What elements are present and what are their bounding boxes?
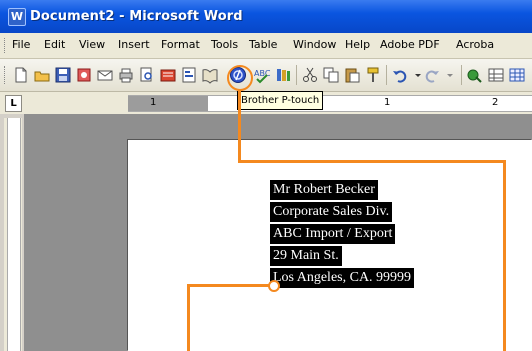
word-window: W Document2 - Microsoft Word File Edit V… — [0, 0, 532, 351]
address-anchor-ring — [268, 280, 280, 292]
copy-icon[interactable] — [322, 66, 340, 84]
menu-bar: File Edit View Insert Format Tools Table… — [0, 33, 532, 59]
menu-tools[interactable]: Tools — [211, 38, 238, 51]
menu-insert[interactable]: Insert — [118, 38, 150, 51]
new-icon[interactable] — [12, 66, 30, 84]
menu-file[interactable]: File — [12, 38, 30, 51]
paste-icon[interactable] — [343, 66, 361, 84]
email-icon[interactable] — [96, 66, 114, 84]
address-line-street[interactable]: 29 Main St. — [270, 246, 342, 266]
svg-text:ABC: ABC — [254, 69, 271, 78]
toolbar-separator — [296, 65, 297, 85]
format-painter-icon[interactable] — [364, 66, 382, 84]
menu-view[interactable]: View — [79, 38, 105, 51]
hyperlink-icon[interactable] — [466, 66, 484, 84]
document-map-icon[interactable] — [180, 66, 198, 84]
spelling-icon[interactable]: ABC — [253, 66, 271, 84]
word-app-icon[interactable]: W — [8, 8, 26, 26]
cut-icon[interactable] — [301, 66, 319, 84]
callout-line-address-down — [187, 284, 190, 351]
ruler-margin-area — [128, 96, 208, 111]
redo-dropdown-icon[interactable] — [441, 66, 459, 84]
research-icon[interactable] — [159, 66, 177, 84]
print-preview-icon[interactable] — [138, 66, 156, 84]
research-books-icon[interactable] — [274, 66, 292, 84]
insert-table-icon[interactable] — [508, 66, 526, 84]
menu-adobe-pdf[interactable]: Adobe PDF — [380, 38, 440, 51]
standard-toolbar: ABC — [0, 59, 532, 92]
menu-acrobat[interactable]: Acroba — [456, 38, 494, 51]
ptouch-tooltip: Brother P-touch — [237, 91, 324, 110]
toolbar-separator — [461, 65, 462, 85]
address-line-city[interactable]: Los Angeles, CA. 99999 — [270, 268, 415, 288]
undo-icon[interactable] — [391, 66, 409, 84]
toolbar-separator — [386, 65, 387, 85]
ruler-number: 1 — [384, 97, 391, 108]
reading-icon[interactable] — [201, 66, 219, 84]
callout-line-tooltip-down — [238, 89, 241, 163]
vertical-ruler[interactable] — [4, 118, 22, 351]
save-icon[interactable] — [54, 66, 72, 84]
redo-icon[interactable] — [423, 66, 441, 84]
menu-table[interactable]: Table — [249, 38, 277, 51]
address-line-company[interactable]: ABC Import / Export — [270, 224, 396, 244]
address-line-name[interactable]: Mr Robert Becker — [270, 180, 378, 200]
menu-format[interactable]: Format — [161, 38, 200, 51]
menu-edit[interactable]: Edit — [44, 38, 65, 51]
tab-selector[interactable]: L — [5, 95, 22, 112]
permission-icon[interactable] — [75, 66, 93, 84]
vertical-ruler-track — [7, 118, 21, 351]
print-icon[interactable] — [117, 66, 135, 84]
callout-line-tooltip-across — [238, 160, 506, 163]
toolbar-grip-handle[interactable] — [4, 66, 7, 84]
window-title: Document2 - Microsoft Word — [30, 9, 243, 24]
menu-window[interactable]: Window — [293, 38, 336, 51]
tables-borders-icon[interactable] — [487, 66, 505, 84]
callout-line-right-down — [503, 160, 506, 351]
callout-line-address-left — [190, 284, 270, 287]
open-icon[interactable] — [33, 66, 51, 84]
menu-help[interactable]: Help — [345, 38, 370, 51]
ruler-number: 2 — [492, 97, 499, 108]
menu-grip-handle[interactable] — [4, 38, 7, 53]
title-bar[interactable]: W Document2 - Microsoft Word — [0, 0, 532, 33]
ruler-number: 1 — [150, 97, 157, 108]
address-line-dept[interactable]: Corporate Sales Div. — [270, 202, 393, 222]
ptouch-highlight-ring — [227, 65, 253, 91]
horizontal-ruler[interactable]: 1 1 2 — [128, 95, 532, 112]
